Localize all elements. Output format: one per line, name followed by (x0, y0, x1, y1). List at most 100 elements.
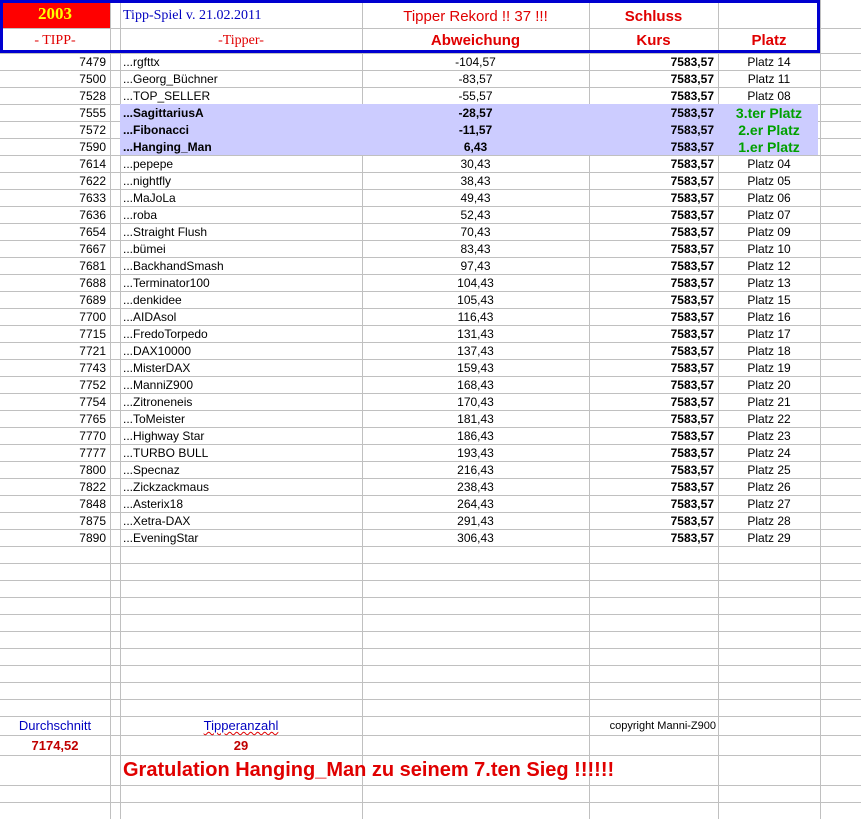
abweichung-cell[interactable]: 264,43 (362, 495, 589, 512)
abweichung-cell[interactable]: 38,43 (362, 172, 589, 189)
tipp-cell[interactable]: 7770 (0, 427, 110, 444)
platz-cell[interactable]: 1.er Platz (718, 138, 820, 155)
tipper-name-cell[interactable]: ...ToMeister (120, 410, 362, 427)
tipper-name-cell[interactable]: ...Georg_Büchner (120, 70, 362, 87)
tipper-name-cell[interactable]: ...SagittariusA (120, 104, 362, 121)
tipp-cell[interactable]: 7822 (0, 478, 110, 495)
platz-cell[interactable]: Platz 04 (718, 155, 820, 172)
tipper-name-cell[interactable]: ...MisterDAX (120, 359, 362, 376)
platz-cell[interactable]: Platz 22 (718, 410, 820, 427)
platz-cell[interactable]: Platz 15 (718, 291, 820, 308)
abweichung-cell[interactable]: 181,43 (362, 410, 589, 427)
platz-cell[interactable]: Platz 06 (718, 189, 820, 206)
abweichung-cell[interactable]: -11,57 (362, 121, 589, 138)
tipper-name-cell[interactable]: ...pepepe (120, 155, 362, 172)
tipper-name-cell[interactable]: ...Highway Star (120, 427, 362, 444)
tipp-cell[interactable]: 7667 (0, 240, 110, 257)
kurs-cell[interactable]: 7583,57 (589, 121, 718, 138)
platz-cell[interactable]: Platz 17 (718, 325, 820, 342)
tipper-name-cell[interactable]: ...Terminator100 (120, 274, 362, 291)
kurs-cell[interactable]: 7583,57 (589, 393, 718, 410)
kurs-cell[interactable]: 7583,57 (589, 529, 718, 546)
kurs-cell[interactable]: 7583,57 (589, 376, 718, 393)
tipper-name-cell[interactable]: ...Straight Flush (120, 223, 362, 240)
kurs-cell[interactable]: 7583,57 (589, 444, 718, 461)
platz-cell[interactable]: Platz 08 (718, 87, 820, 104)
abweichung-cell[interactable]: 30,43 (362, 155, 589, 172)
platz-cell[interactable]: Platz 27 (718, 495, 820, 512)
abweichung-cell[interactable]: 186,43 (362, 427, 589, 444)
platz-cell[interactable]: Platz 18 (718, 342, 820, 359)
tipp-cell[interactable]: 7777 (0, 444, 110, 461)
kurs-cell[interactable]: 7583,57 (589, 427, 718, 444)
platz-cell[interactable]: Platz 23 (718, 427, 820, 444)
tipper-name-cell[interactable]: ...Xetra-DAX (120, 512, 362, 529)
abweichung-cell[interactable]: 6,43 (362, 138, 589, 155)
tipper-name-cell[interactable]: ...bümei (120, 240, 362, 257)
tipper-name-cell[interactable]: ...FredoTorpedo (120, 325, 362, 342)
abweichung-cell[interactable]: 170,43 (362, 393, 589, 410)
tipp-cell[interactable]: 7700 (0, 308, 110, 325)
tipper-name-cell[interactable]: ...Specnaz (120, 461, 362, 478)
platz-cell[interactable]: Platz 19 (718, 359, 820, 376)
tipp-cell[interactable]: 7636 (0, 206, 110, 223)
platz-cell[interactable]: Platz 09 (718, 223, 820, 240)
platz-cell[interactable]: Platz 05 (718, 172, 820, 189)
abweichung-cell[interactable]: 193,43 (362, 444, 589, 461)
avg-label[interactable]: Durchschnitt (0, 716, 110, 735)
platz-cell[interactable]: Platz 24 (718, 444, 820, 461)
tipper-name-cell[interactable]: ...DAX10000 (120, 342, 362, 359)
tipper-name-cell[interactable]: ...Hanging_Man (120, 138, 362, 155)
tipp-cell[interactable]: 7848 (0, 495, 110, 512)
tipper-name-cell[interactable]: ...roba (120, 206, 362, 223)
abweichung-cell[interactable]: 97,43 (362, 257, 589, 274)
tipper-name-cell[interactable]: ...rgfttx (120, 53, 362, 70)
platz-cell[interactable]: Platz 07 (718, 206, 820, 223)
tipper-name-cell[interactable]: ...denkidee (120, 291, 362, 308)
tipp-cell[interactable]: 7752 (0, 376, 110, 393)
platz-cell[interactable]: Platz 21 (718, 393, 820, 410)
platz-cell[interactable]: Platz 14 (718, 53, 820, 70)
abweichung-cell[interactable]: 306,43 (362, 529, 589, 546)
copyright-text[interactable]: copyright Manni-Z900 (589, 716, 718, 735)
kurs-cell[interactable]: 7583,57 (589, 257, 718, 274)
abweichung-cell[interactable]: 104,43 (362, 274, 589, 291)
tipp-cell[interactable]: 7479 (0, 53, 110, 70)
tipp-cell[interactable]: 7721 (0, 342, 110, 359)
kurs-cell[interactable]: 7583,57 (589, 410, 718, 427)
kurs-cell[interactable]: 7583,57 (589, 70, 718, 87)
platz-cell[interactable]: Platz 11 (718, 70, 820, 87)
kurs-cell[interactable]: 7583,57 (589, 461, 718, 478)
abweichung-cell[interactable]: 116,43 (362, 308, 589, 325)
count-value[interactable]: 29 (120, 735, 362, 755)
kurs-cell[interactable]: 7583,57 (589, 359, 718, 376)
kurs-cell[interactable]: 7583,57 (589, 512, 718, 529)
tipp-cell[interactable]: 7800 (0, 461, 110, 478)
kurs-cell[interactable]: 7583,57 (589, 138, 718, 155)
kurs-cell[interactable]: 7583,57 (589, 87, 718, 104)
tipp-cell[interactable]: 7500 (0, 70, 110, 87)
tipper-name-cell[interactable]: ...nightfly (120, 172, 362, 189)
abweichung-cell[interactable]: -28,57 (362, 104, 589, 121)
tipp-cell[interactable]: 7555 (0, 104, 110, 121)
platz-cell[interactable]: Platz 10 (718, 240, 820, 257)
abweichung-cell[interactable]: 52,43 (362, 206, 589, 223)
tipp-cell[interactable]: 7688 (0, 274, 110, 291)
platz-cell[interactable]: Platz 12 (718, 257, 820, 274)
abweichung-cell[interactable]: 137,43 (362, 342, 589, 359)
tipp-cell[interactable]: 7754 (0, 393, 110, 410)
tipper-name-cell[interactable]: ...TOP_SELLER (120, 87, 362, 104)
kurs-cell[interactable]: 7583,57 (589, 478, 718, 495)
kurs-cell[interactable]: 7583,57 (589, 291, 718, 308)
tipp-cell[interactable]: 7743 (0, 359, 110, 376)
tipp-cell[interactable]: 7765 (0, 410, 110, 427)
abweichung-cell[interactable]: 159,43 (362, 359, 589, 376)
kurs-cell[interactable]: 7583,57 (589, 240, 718, 257)
abweichung-cell[interactable]: 216,43 (362, 461, 589, 478)
kurs-cell[interactable]: 7583,57 (589, 342, 718, 359)
abweichung-cell[interactable]: -83,57 (362, 70, 589, 87)
tipp-cell[interactable]: 7689 (0, 291, 110, 308)
tipper-name-cell[interactable]: ...AIDAsol (120, 308, 362, 325)
tipper-name-cell[interactable]: ...Fibonacci (120, 121, 362, 138)
kurs-cell[interactable]: 7583,57 (589, 274, 718, 291)
